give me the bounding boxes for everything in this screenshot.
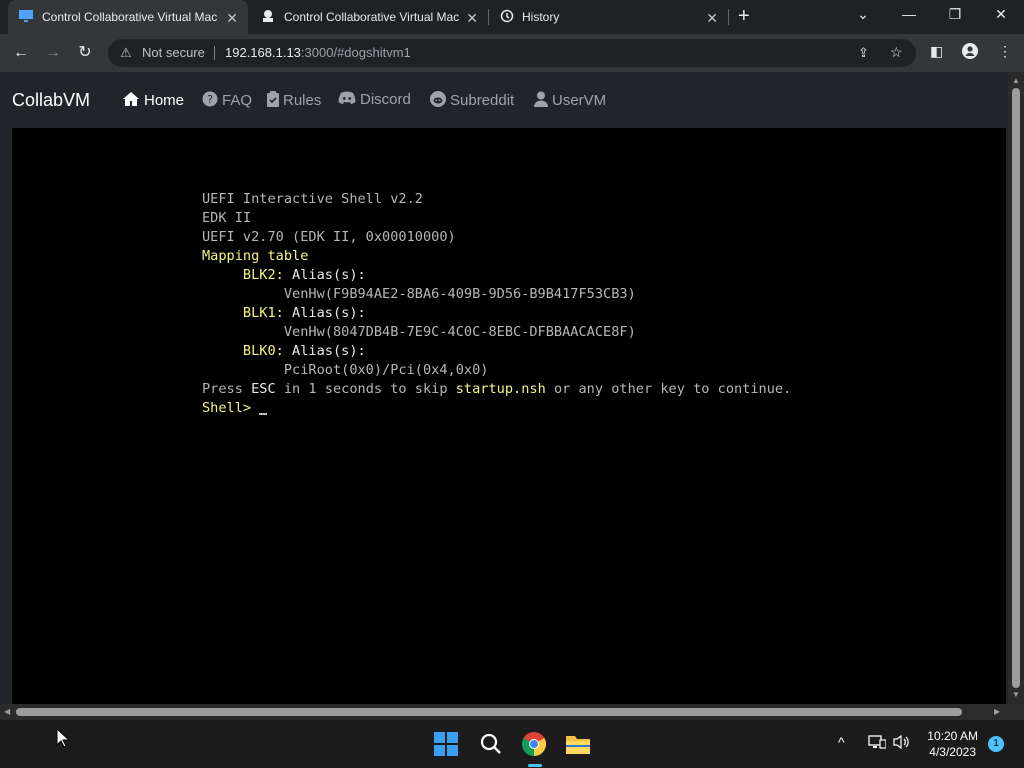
scroll-left-icon[interactable]: ◀ [4,707,10,716]
horizontal-scrollbar[interactable]: ◀ ▶ [0,704,1008,720]
nav-label: UserVM [552,92,607,109]
page-content: CollabVM Home ? FAQ Rules Discord Subred… [0,72,1008,704]
tab-search-icon[interactable]: ⌄ [848,6,878,23]
close-window-button[interactable]: ✕ [986,6,1016,23]
alias-label: Alias(s): [292,305,366,321]
security-label[interactable]: Not secure [142,45,205,60]
volume-icon[interactable] [893,734,911,753]
nav-label: Home [144,92,185,109]
side-panel-icon[interactable]: ◧ [930,43,943,60]
nav-label: FAQ [222,92,253,109]
brand-logo[interactable]: CollabVM [12,90,90,111]
question-icon: ? [202,91,218,110]
history-icon [500,9,514,26]
minimize-button[interactable]: — [894,6,924,22]
vertical-scrollbar[interactable]: ▲ ▼ [1008,72,1024,704]
scrollbar-thumb[interactable] [1012,88,1020,688]
windows-taskbar: ^ 10:20 AM 4/3/2023 [0,720,1024,768]
collabvm-icon [260,8,276,27]
term-line: EDK II [202,210,252,226]
nav-home[interactable]: Home [122,91,184,110]
warning-icon[interactable]: ⚠ [120,45,132,61]
reddit-icon [430,91,446,110]
blk-name: BLK2: [242,267,284,283]
home-icon [122,91,140,110]
alias-label: Alias(s): [292,267,366,283]
nav-label: Subreddit [450,92,515,109]
url-host: 192.168.1.13 [225,45,301,60]
discord-icon [338,91,356,108]
clock-date: 4/3/2023 [929,745,976,759]
nav-uservm[interactable]: UserVM [534,91,606,110]
system-clock[interactable]: 10:20 AM 4/3/2023 [927,728,978,760]
user-icon [534,91,548,110]
url-rest: :3000/#dogshitvm1 [300,45,411,60]
press-text: in 1 seconds to skip [275,381,456,397]
profile-icon[interactable] [962,43,978,62]
mapping-header: Mapping table [202,248,309,264]
scroll-right-icon[interactable]: ▶ [994,707,1000,716]
tab-collabvm-2[interactable]: Control Collaborative Virtual Mac ✕ [250,0,488,34]
notification-badge[interactable]: 1 [988,736,1004,752]
uefi-shell-output: UEFI Interactive Shell v2.2 EDK II UEFI … [202,190,791,418]
startup-file-text: startup.nsh [455,381,546,397]
device-path: VenHw(F9B94AE2-8BA6-409B-9D56-B9B417F53C… [283,286,636,302]
device-path: PciRoot(0x0)/Pci(0x4,0x0) [283,362,489,378]
chrome-icon[interactable] [518,728,550,760]
scroll-up-icon[interactable]: ▲ [1012,76,1020,85]
tab-collabvm-1[interactable]: Control Collaborative Virtual Mac ✕ [8,0,248,34]
close-tab-icon[interactable]: ✕ [226,10,238,27]
windows-start-icon[interactable] [430,728,462,760]
vm-display[interactable]: UEFI Interactive Shell v2.2 EDK II UEFI … [12,128,1006,704]
close-tab-icon[interactable]: ✕ [466,10,478,27]
monitor-icon [18,9,34,26]
scroll-down-icon[interactable]: ▼ [1012,690,1020,699]
shell-prompt: Shell> [202,400,260,416]
nav-rules[interactable]: Rules [267,91,321,110]
browser-tab-strip: Control Collaborative Virtual Mac ✕ Cont… [0,0,1024,34]
network-icon[interactable] [868,734,887,753]
tab-history[interactable]: History ✕ [490,0,728,34]
file-explorer-icon[interactable] [562,728,594,760]
tab-title: Control Collaborative Virtual Mac [42,10,217,24]
nav-label: Rules [283,92,322,109]
clock-time: 10:20 AM [927,729,978,743]
menu-icon[interactable]: ⋮ [998,43,1012,60]
url-text[interactable]: 192.168.1.13:3000/#dogshitvm1 [225,45,411,60]
show-hidden-icons-icon[interactable]: ^ [838,734,845,750]
device-path: VenHw(8047DB4B-7E9C-4C0C-8EBC-DFBBAACACE… [283,324,636,340]
press-text: or any other key to continue. [545,381,792,397]
svg-text:?: ? [207,93,213,106]
address-bar[interactable]: ⚠ Not secure 192.168.1.13:3000/#dogshitv… [108,39,916,67]
new-tab-button[interactable]: + [738,5,750,28]
blk-name: BLK1: [242,305,284,321]
search-icon[interactable] [475,728,507,760]
term-line: UEFI Interactive Shell v2.2 [202,191,423,207]
site-navbar: CollabVM Home ? FAQ Rules Discord Subred… [0,72,1008,128]
browser-toolbar: ← → ↻ ⚠ Not secure 192.168.1.13:3000/#do… [0,34,1024,72]
bookmark-star-icon[interactable]: ☆ [890,44,903,61]
alias-label: Alias(s): [292,343,366,359]
scrollbar-thumb[interactable] [16,708,962,716]
blk-name: BLK0: [242,343,284,359]
mouse-cursor-icon [56,727,71,753]
nav-discord[interactable]: Discord [338,91,411,108]
forward-button[interactable]: → [42,42,64,64]
nav-label: Discord [360,91,411,108]
clipboard-check-icon [267,91,279,110]
esc-key-text: ESC [251,381,276,397]
back-button[interactable]: ← [10,42,32,64]
reload-button[interactable]: ↻ [74,42,96,64]
nav-faq[interactable]: ? FAQ [202,91,252,110]
term-line: UEFI v2.70 (EDK II, 0x00010000) [202,229,456,245]
tab-title: History [522,10,560,24]
nav-subreddit[interactable]: Subreddit [430,91,514,110]
press-text: Press [202,381,252,397]
active-app-indicator [528,764,542,767]
share-icon[interactable]: ⇪ [858,45,869,61]
restore-button[interactable]: ❐ [940,6,970,23]
tab-title: Control Collaborative Virtual Mac [284,10,459,24]
text-cursor [259,413,268,415]
close-tab-icon[interactable]: ✕ [706,10,718,27]
